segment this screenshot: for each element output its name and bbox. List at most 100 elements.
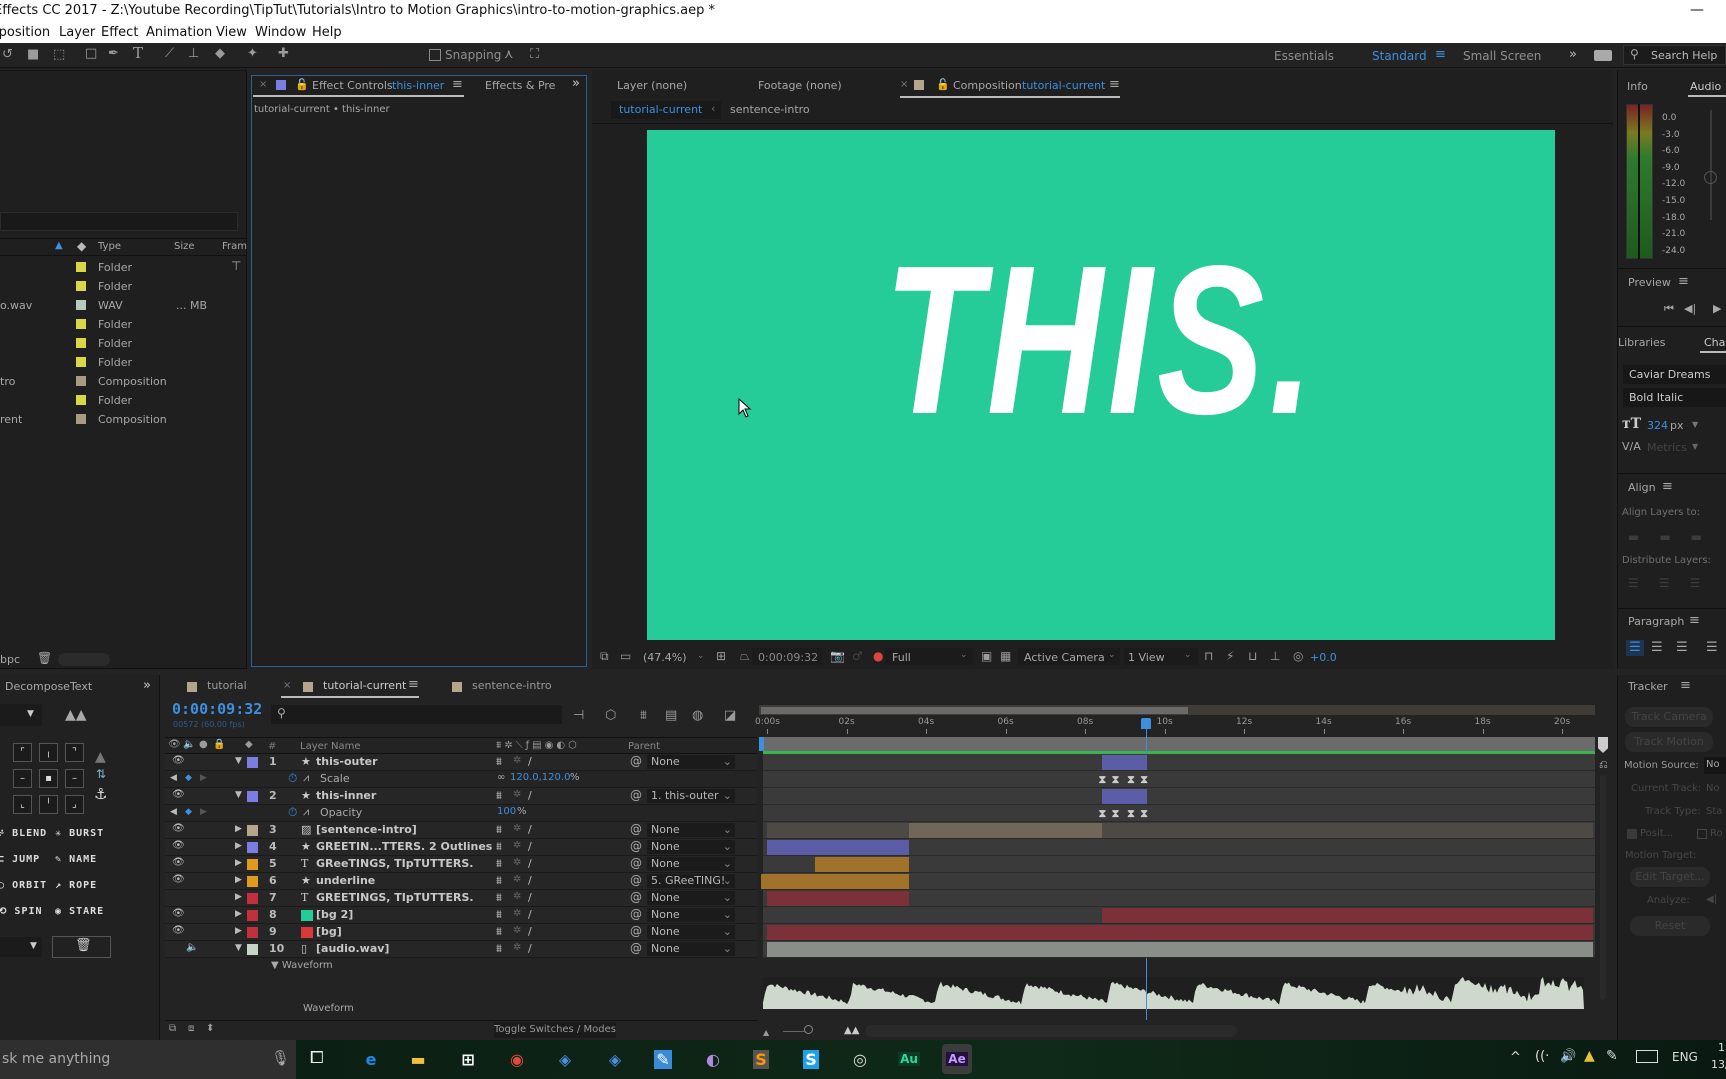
snap-edges-icon[interactable]: ⋏	[504, 48, 514, 61]
decompose-stare-button[interactable]: ◉ STARE	[55, 906, 104, 926]
track-motion-button[interactable]: Track Motion	[1625, 732, 1713, 752]
align-buttons[interactable]: ▬▬▬	[1628, 530, 1722, 544]
parent-dropdown[interactable]: None ⌄	[647, 942, 735, 956]
menu-item[interactable]: Layer	[59, 25, 95, 40]
property-row[interactable]: ◀ ◆ ▶ ⏱ ⩘ Scale ∞ 120.0,120.0 %	[165, 771, 757, 788]
eye-icon[interactable]: 👁	[172, 755, 185, 766]
lock-icon[interactable]: 🔓	[295, 78, 309, 91]
pick-whip-icon[interactable]: @	[630, 941, 642, 955]
audio-tab[interactable]: Audio	[1690, 80, 1721, 93]
project-search-input[interactable]	[0, 212, 238, 231]
chevron-down-icon[interactable]: ▼	[1692, 442, 1698, 451]
speaker-icon[interactable]: 🔈	[186, 942, 198, 953]
twirl-right-icon[interactable]: ▶	[235, 875, 242, 885]
magnification-dropdown[interactable]: (47.4%)	[643, 651, 687, 664]
graph-editor-icon[interactable]: ◪	[724, 709, 736, 722]
quality-switch-icon[interactable]: /	[528, 925, 532, 938]
property-value[interactable]: 120.0,120.0	[510, 772, 570, 783]
close-tab-icon[interactable]: ×	[900, 79, 908, 90]
twirl-down-icon[interactable]: ▼	[235, 756, 242, 766]
show-snapshot-icon[interactable]: ♂	[852, 650, 863, 662]
label-color-swatch[interactable]	[247, 944, 258, 955]
previous-keyframe-icon[interactable]: ◀	[170, 773, 177, 783]
property-row[interactable]: ◀ ◆ ▶ ⏱ ⩘ Opacity 100 %	[165, 805, 757, 822]
project-item[interactable]: Folder	[0, 258, 246, 277]
label-column-icon[interactable]: ◆	[77, 239, 86, 253]
layer-row[interactable]: 🔈 ▼ 10 ▯ [audio.wav] ⩩ ✲ / @ None ⌄	[165, 941, 757, 958]
taskbar-file-explorer-icon[interactable]: ▬	[403, 1044, 433, 1074]
twirl-right-icon[interactable]: ▶	[235, 892, 242, 902]
graph-icon[interactable]: ⩘	[303, 805, 309, 819]
justify-icon[interactable]: ☰	[1706, 640, 1718, 655]
pick-whip-icon[interactable]: @	[630, 924, 642, 938]
volume-slider-thumb[interactable]	[1704, 171, 1717, 184]
decompose-rope-button[interactable]: ↗ ROPE	[55, 880, 97, 900]
frame-rate-column-header[interactable]: Fram	[222, 241, 247, 252]
shy-switch-icon[interactable]: ⩩	[496, 891, 502, 905]
layer-name[interactable]: GREETIN...TTERS. 2 Outlines	[316, 840, 492, 853]
zoom-in-icon[interactable]: ▲▲	[844, 1025, 859, 1036]
bit-depth-label[interactable]: bpc	[0, 653, 20, 666]
waveform-group[interactable]: ▼ Waveform	[271, 960, 333, 971]
shy-switch-icon[interactable]: ⩩	[496, 840, 502, 854]
flowchart-icon[interactable]: ⊥	[1270, 650, 1280, 662]
anchor-point-button[interactable]: ╷	[39, 743, 58, 762]
pick-whip-icon[interactable]: @	[630, 754, 642, 768]
mask-visibility-icon[interactable]: ⏢	[740, 650, 750, 662]
rotation-checkbox[interactable]	[1697, 829, 1707, 839]
parent-dropdown[interactable]: None ⌄	[647, 840, 735, 854]
taskbar-sublime-icon[interactable]: S	[746, 1044, 776, 1074]
keyframe-marker[interactable]: ⧗	[1127, 807, 1135, 821]
pen-tool-icon[interactable]: ✒	[108, 47, 119, 60]
layer-row[interactable]: 👁 ▶ 5 T GReeTINGS, TIpTUTTERS. ⩩ ✲ / @ N…	[165, 856, 757, 873]
rotate-tool-icon[interactable]: ↺	[2, 48, 13, 61]
roto-brush-tool-icon[interactable]: ✦	[247, 47, 258, 60]
stopwatch-icon[interactable]: ⏱	[288, 771, 297, 786]
rectangle-tool-icon[interactable]: □	[85, 47, 97, 60]
effects-presets-tab[interactable]: Effects & Pre	[485, 79, 555, 92]
label-color-swatch[interactable]	[247, 825, 258, 836]
size-column-header[interactable]: Size	[174, 241, 195, 252]
reset-exposure-icon[interactable]: ◎	[1293, 650, 1303, 662]
anchor-point-button[interactable]: –	[65, 769, 84, 788]
twirl-right-icon[interactable]: ▶	[235, 909, 242, 919]
eye-icon[interactable]: 👁	[172, 857, 185, 868]
collapse-switch-icon[interactable]: ✲	[513, 891, 521, 902]
task-view-icon[interactable]: ⧠	[310, 1048, 324, 1068]
lock-icon[interactable]: 🔓	[936, 78, 950, 91]
shy-switch-icon[interactable]: ⩩	[496, 789, 502, 803]
zoom-slider[interactable]	[783, 1031, 805, 1032]
keyframe-marker[interactable]: ⧗	[1127, 773, 1135, 787]
collapse-switch-icon[interactable]: ✲	[513, 925, 521, 936]
next-keyframe-icon[interactable]: ▶	[200, 807, 207, 817]
time-navigator-range[interactable]	[761, 707, 1189, 714]
fast-previews-icon[interactable]: ⚡	[1226, 650, 1234, 662]
type-column-header[interactable]: Type	[98, 241, 121, 252]
wifi-icon[interactable]: ((·	[1535, 1049, 1549, 1064]
lock-icon[interactable]: 🔒	[213, 740, 225, 750]
project-item[interactable]: Folder	[0, 277, 246, 296]
chevron-left-icon[interactable]: ‹	[711, 102, 715, 115]
pick-whip-icon[interactable]: @	[630, 788, 642, 802]
project-scrollbar[interactable]	[58, 653, 110, 666]
type-tool-icon[interactable]: T	[133, 46, 143, 61]
timeline-vertical-scrollbar[interactable]	[1600, 775, 1606, 1000]
layer-row[interactable]: 👁 ▶ 3 ▨ [sentence-intro] ⩩ ✲ / @ None ⌄	[165, 822, 757, 839]
timeline-horizontal-scrollbar[interactable]	[865, 1025, 1237, 1037]
grid-guides-icon[interactable]: ⊞	[716, 650, 726, 662]
layer-duration-bar[interactable]	[767, 942, 1593, 957]
layer-viewer-tab[interactable]: Layer (none)	[617, 79, 687, 92]
panel-menu-icon[interactable]: ≡	[1109, 77, 1120, 92]
previous-keyframe-icon[interactable]: ◀	[170, 807, 177, 817]
taskbar-au-icon[interactable]: Au	[894, 1044, 924, 1074]
anchor-icon[interactable]: ⚓	[94, 785, 107, 803]
current-track-dropdown[interactable]: No	[1706, 783, 1720, 794]
exposure-value[interactable]: +0.0	[1310, 651, 1337, 664]
collapse-switch-icon[interactable]: ✲	[513, 789, 521, 800]
twirl-right-icon[interactable]: ▶	[235, 824, 242, 834]
parent-dropdown[interactable]: None ⌄	[647, 755, 735, 769]
comp-button-icon[interactable]: ⎌	[1599, 758, 1608, 772]
shy-switch-icon[interactable]: ⩩	[496, 874, 502, 888]
timeline-current-time[interactable]: 0:00:09:32	[172, 700, 262, 718]
align-right-icon[interactable]: ☰	[1676, 640, 1688, 655]
